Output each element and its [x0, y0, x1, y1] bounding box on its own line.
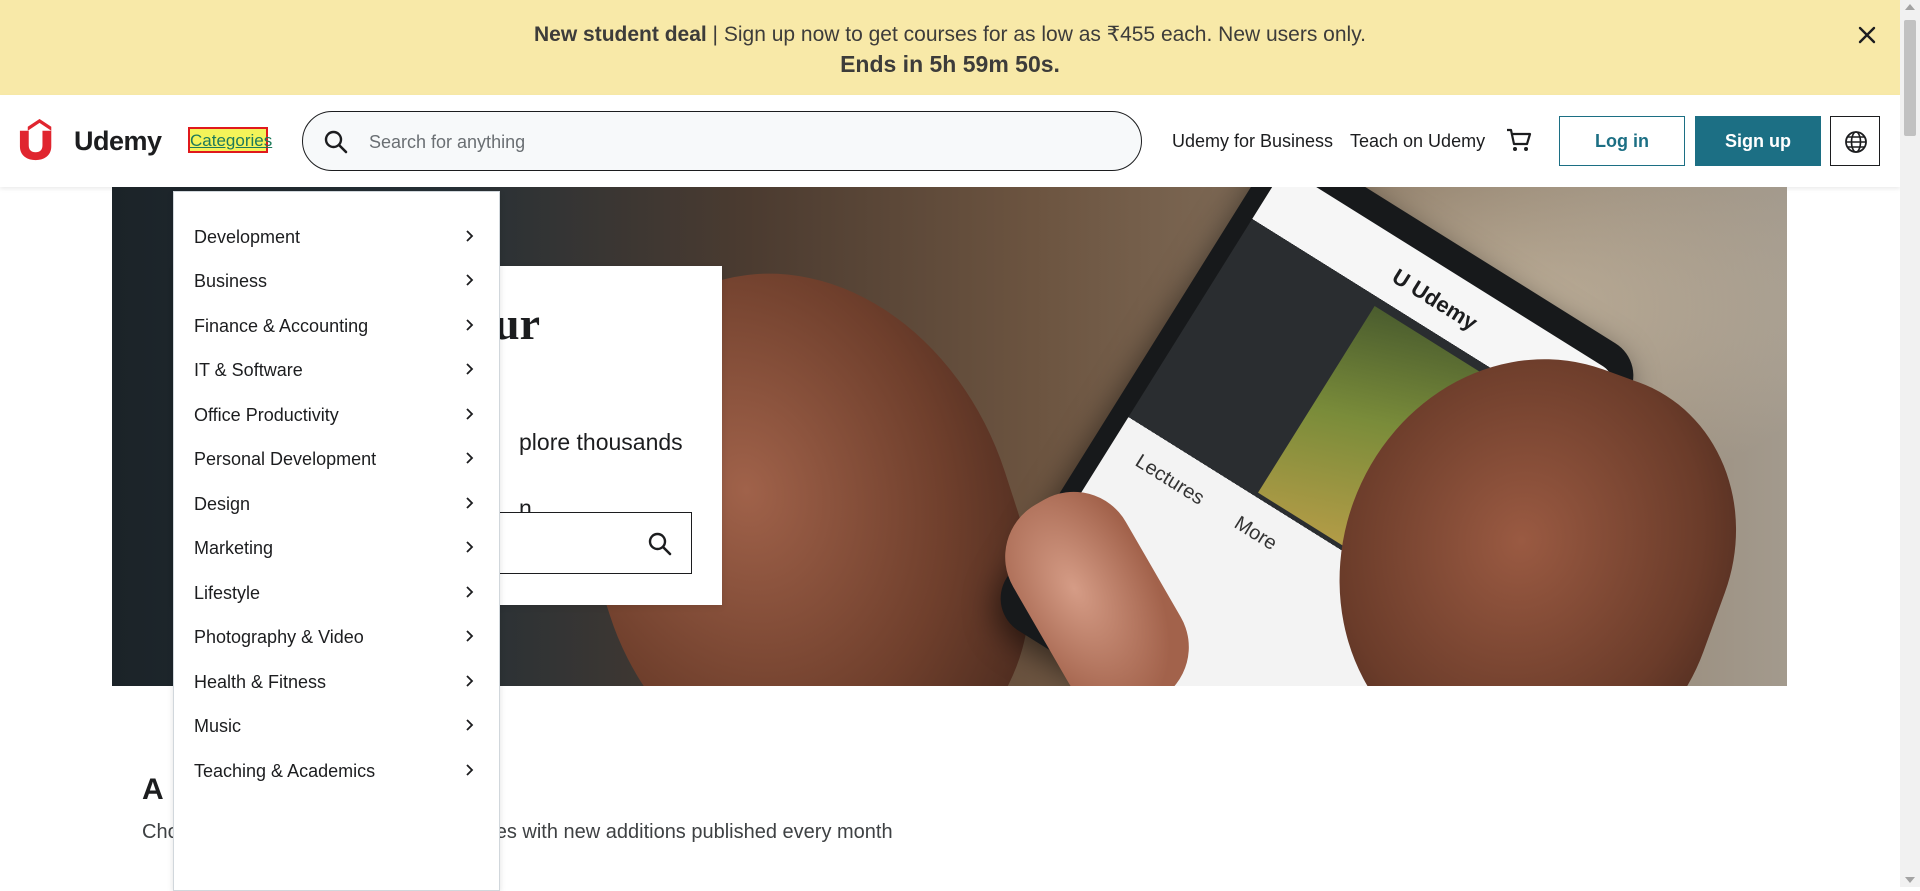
promo-bold-text: New student deal [534, 23, 707, 46]
category-label: Design [194, 494, 251, 514]
category-label: Office Productivity [194, 405, 339, 425]
chevron-right-icon [464, 718, 476, 737]
category-label: Music [194, 716, 242, 736]
category-label: Finance & Accounting [194, 316, 369, 336]
category-item-it-software[interactable]: IT & Software [174, 347, 499, 391]
category-item-lifestyle[interactable]: Lifestyle [174, 570, 499, 614]
udemy-logo[interactable]: Udemy [18, 119, 162, 163]
udemy-for-business-link[interactable]: Udemy for Business [1172, 131, 1333, 152]
chevron-right-icon [464, 496, 476, 515]
category-item-design[interactable]: Design [174, 481, 499, 525]
chevron-right-icon [464, 629, 476, 648]
page-scrollbar[interactable] [1900, 0, 1920, 887]
category-label: IT & Software [194, 360, 303, 380]
search-input[interactable] [367, 126, 1111, 158]
udemy-logo-icon [19, 119, 52, 161]
category-item-personal-development[interactable]: Personal Development [174, 436, 499, 480]
promo-countdown: Ends in 5h 59m 50s. [840, 51, 1060, 77]
category-label: Development [194, 227, 301, 247]
category-label: Photography & Video [194, 627, 364, 647]
chevron-right-icon [464, 318, 476, 337]
categories-dropdown: Development Business Finance & Accountin… [173, 191, 500, 891]
category-item-business[interactable]: Business [174, 258, 499, 302]
search-bar [302, 111, 1142, 171]
chevron-right-icon [464, 362, 476, 381]
chevron-right-icon [464, 585, 476, 604]
promo-text: New student deal | Sign up now to get co… [0, 22, 1900, 47]
category-item-office-productivity[interactable]: Office Productivity [174, 392, 499, 436]
category-label: Health & Fitness [194, 672, 327, 692]
header: Udemy Categories Udemy for Business Teac… [0, 95, 1900, 187]
language-button[interactable] [1830, 116, 1880, 166]
login-button[interactable]: Log in [1559, 116, 1685, 166]
signup-button[interactable]: Sign up [1695, 116, 1821, 166]
scrollbar-thumb[interactable] [1904, 20, 1916, 136]
category-label: Marketing [194, 538, 274, 558]
scroll-up-icon[interactable] [1905, 4, 1915, 10]
category-item-health-fitness[interactable]: Health & Fitness [174, 659, 499, 703]
promo-detail-text: | Sign up now to get courses for as low … [706, 23, 1366, 46]
chevron-right-icon [464, 273, 476, 292]
logo-text: Udemy [74, 125, 162, 156]
teach-on-udemy-link[interactable]: Teach on Udemy [1350, 131, 1485, 152]
category-label: Lifestyle [194, 583, 261, 603]
category-item-finance-accounting[interactable]: Finance & Accounting [174, 303, 499, 347]
category-item-teaching-academics[interactable]: Teaching & Academics [174, 748, 499, 792]
close-icon[interactable] [1854, 22, 1880, 48]
globe-icon [1845, 131, 1867, 153]
chevron-right-icon [464, 540, 476, 559]
cart-icon[interactable] [1505, 126, 1533, 159]
chevron-right-icon [464, 763, 476, 782]
category-item-marketing[interactable]: Marketing [174, 525, 499, 569]
category-item-photography-video[interactable]: Photography & Video [174, 614, 499, 658]
category-item-music[interactable]: Music [174, 703, 499, 747]
scroll-down-icon[interactable] [1905, 877, 1915, 883]
category-label: Business [194, 271, 268, 291]
chevron-right-icon [464, 229, 476, 248]
search-icon[interactable] [323, 129, 349, 160]
category-item-development[interactable]: Development [174, 214, 499, 258]
chevron-right-icon [464, 674, 476, 693]
chevron-right-icon [464, 451, 476, 470]
search-icon[interactable] [647, 531, 673, 562]
category-label: Teaching & Academics [194, 761, 376, 781]
category-label: Personal Development [194, 449, 377, 469]
promo-banner: New student deal | Sign up now to get co… [0, 0, 1900, 95]
categories-button[interactable]: Categories [188, 127, 272, 153]
chevron-right-icon [464, 407, 476, 426]
